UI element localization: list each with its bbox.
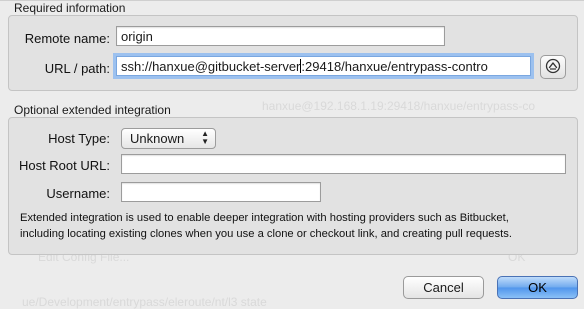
integration-description-line2: including locating existing clones when … [20, 228, 512, 240]
username-field[interactable] [121, 182, 321, 202]
background-url-hint: hanxue@192.168.1.19:29418/hanxue/entrypa… [262, 99, 536, 113]
remote-name-field[interactable]: origin [116, 26, 445, 46]
url-text-after-cursor: :29418/hanxue/entrypass-contro [301, 59, 488, 74]
host-type-select[interactable]: Unknown ▲ ▼ [121, 128, 216, 149]
required-section-label: Required information [14, 1, 126, 15]
optional-section-label: Optional extended integration [14, 103, 171, 117]
url-browse-button[interactable] [540, 55, 566, 79]
url-path-label: URL / path: [44, 61, 110, 76]
remote-name-value: origin [121, 29, 153, 44]
background-bottom-path: ue/Development/entrypass/eleroute/nt/l3 … [22, 295, 267, 309]
globe-icon [545, 58, 561, 77]
host-root-url-label: Host Root URL: [18, 158, 110, 173]
integration-description-line1: Extended integration is used to enable d… [20, 212, 509, 224]
url-text-before-cursor: ssh://hanxue@gitbucket-server [121, 59, 301, 74]
remote-name-label: Remote name: [24, 31, 110, 46]
url-path-field[interactable]: ssh://hanxue@gitbucket-server:29418/hanx… [116, 56, 531, 76]
up-down-arrows-icon: ▲ ▼ [201, 129, 209, 146]
cancel-button[interactable]: Cancel [403, 276, 484, 299]
host-root-url-field[interactable] [121, 154, 566, 174]
host-type-label: Host Type: [48, 131, 110, 146]
host-type-value: Unknown [130, 131, 185, 146]
ok-button[interactable]: OK [497, 276, 578, 299]
username-label: Username: [46, 186, 110, 201]
